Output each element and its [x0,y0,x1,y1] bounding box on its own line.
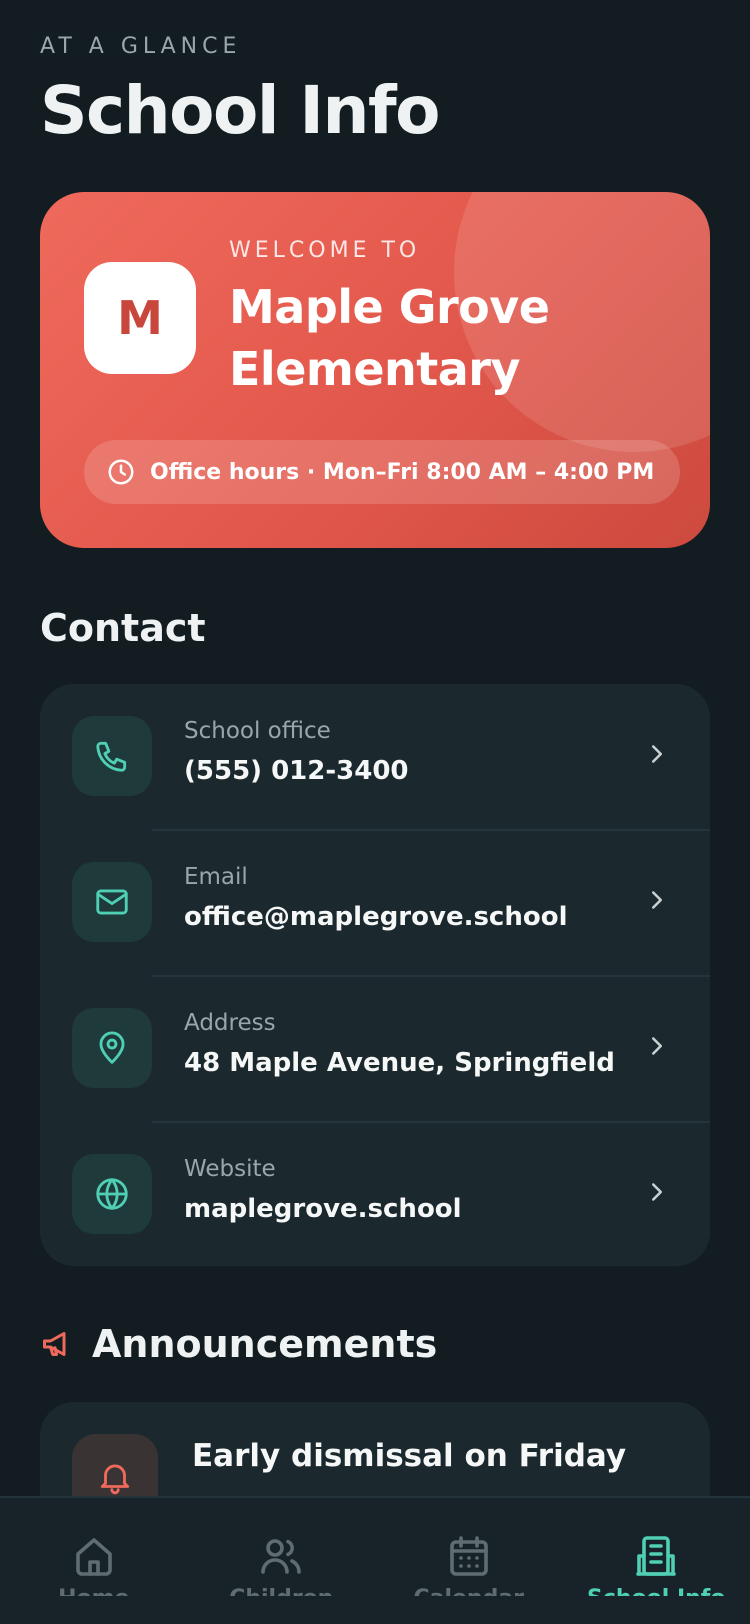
globe-icon-tile [72,1154,152,1234]
clock-icon [108,459,134,485]
phone-icon-tile [72,716,152,796]
map-pin-icon-tile [72,1008,152,1088]
contact-label: Website [184,1156,276,1182]
home-icon [75,1538,112,1576]
office-hours-pill: Office hours · Mon–Fri 8:00 AM – 4:00 PM [84,440,681,504]
contact-row-website[interactable]: Website maplegrove.school [40,1122,710,1266]
contact-value: office@maplegrove.school [184,902,568,932]
school-name: Maple Grove Elementary [229,280,550,396]
office-hours-text: Office hours · Mon–Fri 8:00 AM – 4:00 PM [150,459,655,485]
welcome-label: WELCOME TO [229,238,421,263]
contact-row-address[interactable]: Address 48 Maple Avenue, Springfield [40,976,710,1122]
contact-section-title: Contact [40,606,206,650]
building-icon [636,1536,677,1576]
tab-bar-bottom-edge [0,1596,750,1624]
welcome-hero-card: M WELCOME TO Maple Grove Elementary Offi… [40,192,710,548]
mail-icon [96,889,128,915]
school-info-screen: AT A GLANCE School Info M WELCOME TO Map… [0,0,750,1624]
contact-value: (555) 012-3400 [184,756,409,786]
school-logo: M [84,262,196,374]
bell-icon [100,1464,130,1495]
contact-value: 48 Maple Avenue, Springfield [184,1048,615,1078]
contact-value: maplegrove.school [184,1194,462,1224]
chevron-right-icon [652,891,662,909]
page-eyebrow: AT A GLANCE [40,34,242,59]
chevron-right-icon [652,1037,662,1055]
contact-card: School office (555) 012-3400 Email offic… [40,684,710,1266]
megaphone-icon [43,1332,66,1356]
chevron-right-icon [652,745,662,763]
contact-row-school-office[interactable]: School office (555) 012-3400 [40,684,710,830]
announcement-title: Early dismissal on Friday [192,1438,627,1474]
contact-row-email[interactable]: Email office@maplegrove.school [40,830,710,976]
mail-icon-tile [72,862,152,942]
page-title: School Info [40,72,441,149]
announcements-title: Announcements [92,1322,438,1366]
contact-label: School office [184,718,331,744]
contact-label: Address [184,1010,276,1036]
chevron-right-icon [652,1183,662,1201]
announcements-header: Announcements [40,1322,437,1366]
contact-label: Email [184,864,248,890]
phone-icon [96,741,127,772]
users-icon [261,1539,302,1574]
calendar-icon [449,1536,488,1576]
map-pin-icon [99,1031,125,1064]
globe-icon [96,1178,128,1210]
